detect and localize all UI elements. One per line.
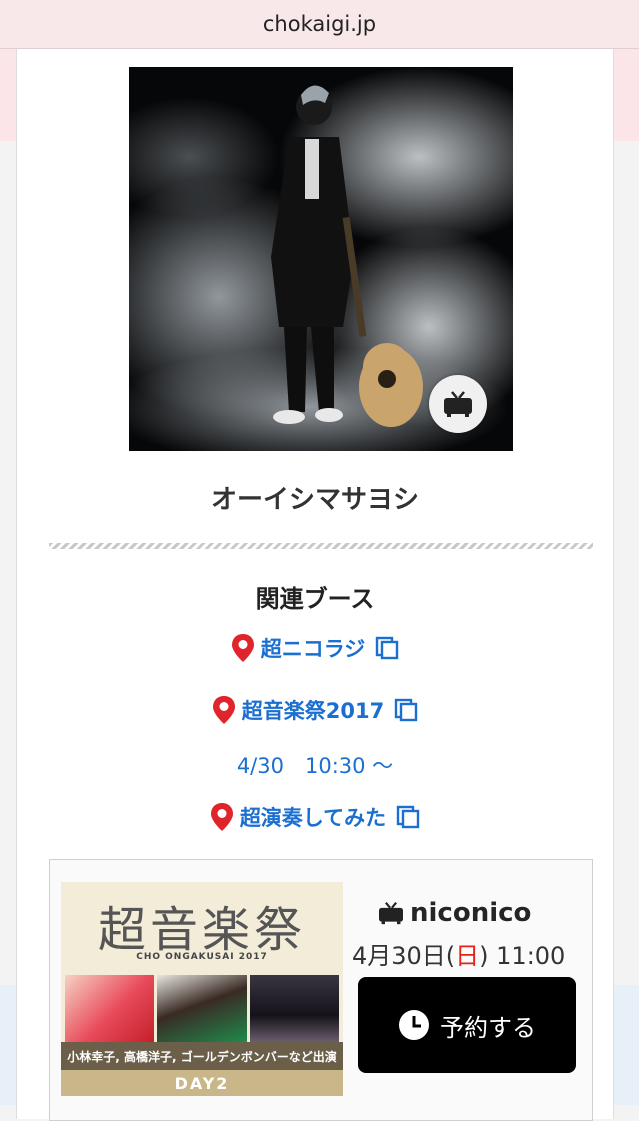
booth-name: 超音楽祭2017 — [241, 699, 385, 723]
divider — [49, 543, 593, 549]
niconico-logo: niconico — [378, 898, 531, 928]
map-pin-icon — [210, 803, 233, 831]
related-booths-title: 関連ブース — [255, 585, 375, 613]
banner-caption: 小林幸子, 高橋洋子, ゴールデンボンバーなど出演 — [61, 1042, 343, 1070]
tv-icon — [444, 391, 472, 417]
date-suffix: ) 11:00 — [479, 942, 566, 970]
booth-link-chongakusai[interactable]: 超音楽祭2017 — [17, 695, 613, 725]
date-weekday: 日 — [455, 942, 480, 970]
map-pin-icon — [231, 634, 254, 662]
address-bar[interactable]: chokaigi.jp — [0, 0, 639, 49]
stream-date: 4月30日(日) 11:00 — [352, 936, 565, 971]
map-pin-icon — [212, 696, 235, 724]
date-prefix: 4月30日( — [352, 942, 456, 970]
performer-photo — [65, 975, 155, 1042]
artist-card: オーイシマサヨシ 関連ブース 超ニコラジ 超音楽祭2017 4/30 10:30… — [16, 49, 614, 1121]
performance-schedule: 4/30 10:30 ～ — [236, 754, 394, 778]
banner-subtitle: CHO ONGAKUSAI 2017 — [136, 952, 268, 962]
booth-name: 超演奏してみた — [239, 806, 387, 830]
external-link-icon — [395, 698, 418, 722]
booth-link-chonicoradi[interactable]: 超ニコラジ — [17, 633, 613, 663]
booth-name: 超ニコラジ — [260, 637, 366, 661]
banner-day: DAY2 — [61, 1070, 343, 1096]
booth-link-choensou[interactable]: 超演奏してみた — [17, 802, 613, 832]
banner-title: 超音楽祭 — [97, 902, 306, 958]
external-link-icon — [376, 636, 399, 660]
external-link-icon — [396, 805, 420, 829]
reserve-label: 予約する — [440, 1013, 536, 1042]
banner-photos — [65, 975, 339, 1042]
logo-text: niconico — [410, 898, 532, 928]
background-strip-right — [613, 49, 639, 141]
event-banner[interactable]: 超音楽祭 CHO ONGAKUSAI 2017 小林幸子, 高橋洋子, ゴールデ… — [61, 882, 343, 1096]
watch-video-button[interactable] — [429, 375, 487, 433]
performer-photo — [157, 975, 247, 1042]
performer-photo — [249, 975, 339, 1042]
address-domain: chokaigi.jp — [262, 12, 377, 36]
tv-icon — [379, 902, 403, 925]
artist-photo — [129, 67, 513, 451]
reserve-button[interactable]: 予約する — [358, 977, 576, 1073]
artist-name: オーイシマサヨシ — [210, 485, 419, 515]
clock-icon — [399, 1010, 429, 1040]
live-stream-promo: 超音楽祭 CHO ONGAKUSAI 2017 小林幸子, 高橋洋子, ゴールデ… — [49, 859, 593, 1121]
background-strip-left — [0, 49, 16, 141]
